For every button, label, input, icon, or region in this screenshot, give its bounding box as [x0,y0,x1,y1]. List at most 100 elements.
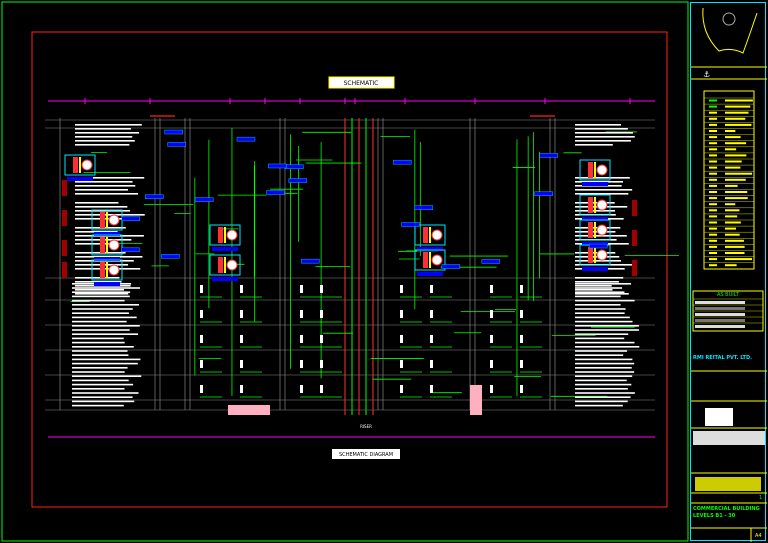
legend-symbol [709,166,717,169]
note-text [575,124,621,126]
note-text [575,337,625,340]
fan-icon [596,249,608,261]
valve-icon [240,310,243,318]
equipment-tag [121,216,140,221]
title-tag: SCHEMATIC [344,80,379,87]
fan-icon [596,164,608,176]
coil-icon [100,237,105,253]
legend-symbol [709,130,717,132]
note-text [75,193,139,195]
coil-icon [588,247,593,263]
equipment-tag [212,247,238,251]
coil-icon [218,257,223,273]
legend-text [725,142,747,145]
note-text [575,346,640,348]
legend-symbol [709,245,717,248]
legend-text [725,154,747,157]
equipment-tag [167,142,186,147]
legend-text [725,215,738,218]
note-text [575,320,633,323]
note-text [575,193,629,195]
damper-icon [62,240,67,256]
note-text [72,325,140,327]
legend-text [725,148,737,151]
equipment-tag [441,264,461,269]
legend-text [725,264,737,267]
filter-icon [224,257,226,273]
damper-icon [632,260,637,276]
filter-icon [224,227,226,243]
equipment-tag [301,258,320,264]
equipment-tag [288,178,308,183]
coil-icon [423,252,428,268]
legend-symbol [709,215,717,218]
legend-symbol [709,203,717,206]
note-text [75,128,131,130]
valve-icon [300,335,303,343]
legend-text [725,221,741,224]
filter-icon [79,157,81,173]
note-text [72,383,134,386]
valve-icon [240,385,243,393]
valve-icon [300,360,303,368]
note-text [575,291,625,293]
damper-icon [632,200,637,216]
note-text [575,189,633,191]
note-text [575,316,630,319]
legend-symbol [709,111,717,114]
valve-icon [490,360,493,368]
valve-icon [200,360,203,368]
valve-icon [490,385,493,393]
valve-icon [240,360,243,368]
legend-text [725,245,745,248]
valve-icon [200,285,203,293]
note-text [72,404,124,407]
legend-symbol [709,258,717,261]
note-text [72,388,125,390]
sheet-size: A4 [755,533,762,539]
legend-text [725,160,742,163]
legend-symbol [709,264,717,267]
note-text [575,396,631,398]
coil-icon [423,227,428,243]
legend-symbol [709,239,717,242]
note-text [575,341,635,344]
consultant-logo [705,408,733,426]
project-line-2: LEVELS B1 - 30 [693,513,736,519]
coil-icon [100,212,105,228]
note-text [575,375,633,377]
equipment-tag [121,247,140,253]
legend-symbol [709,105,717,108]
note-text [75,144,130,146]
equipment-tag [534,191,553,196]
valve-icon [430,310,433,318]
equipment-tag [417,272,443,276]
legend-symbol [709,172,717,175]
coil-icon [73,157,78,173]
equipment-tag [212,277,238,281]
valve-icon [320,285,323,293]
note-text [575,293,629,295]
coil-icon [588,197,593,213]
note-text [575,400,628,403]
valve-icon [300,285,303,293]
valve-icon [400,335,403,343]
note-text [72,371,125,373]
note-text [575,260,622,262]
equipment-tag [582,267,608,271]
note-text [72,375,142,377]
note-text [575,295,621,298]
filter-icon [594,247,596,263]
equipment-tag [285,164,304,169]
equipment-tag [164,129,183,135]
equipment-tag [236,136,256,142]
legend-symbol [709,252,717,254]
note-text [72,291,131,293]
bottom-tag: SCHEMATIC DIAGRAM [339,452,393,458]
fan-icon [108,239,120,251]
note-text [575,136,635,138]
legend-text [725,191,748,193]
note-text [575,283,632,285]
valve-icon [520,310,523,318]
note-text [72,299,125,302]
